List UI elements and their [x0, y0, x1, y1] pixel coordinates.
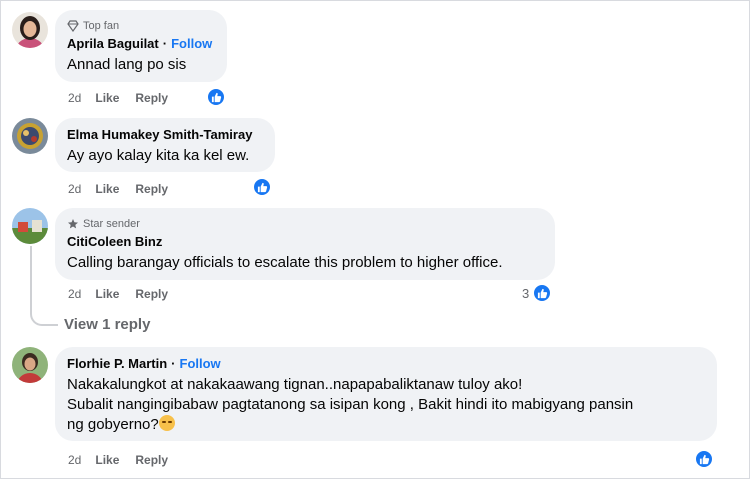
- separator-dot: ·: [162, 36, 168, 51]
- separator-dot: ·: [171, 356, 176, 371]
- timestamp[interactable]: 2d: [68, 91, 81, 105]
- like-button[interactable]: Like: [95, 287, 119, 301]
- avatar-elma[interactable]: [12, 118, 48, 154]
- avatar-florhie[interactable]: [12, 347, 48, 383]
- thumbs-up-icon[interactable]: [252, 177, 272, 197]
- top-fan-icon: [67, 19, 79, 32]
- comment-bubble-4: Florhie P. Martin · Follow Nakakalungkot…: [55, 347, 717, 441]
- reply-button[interactable]: Reply: [135, 182, 168, 196]
- reply-button[interactable]: Reply: [135, 91, 168, 105]
- top-fan-badge: Top fan: [67, 18, 215, 33]
- timestamp[interactable]: 2d: [68, 182, 81, 196]
- follow-button[interactable]: Follow: [171, 35, 212, 53]
- comment-line: Subalit nangingibabaw pagtatanong sa isi…: [67, 396, 634, 413]
- avatar-citicoleen[interactable]: [12, 208, 48, 244]
- thumbs-up-icon[interactable]: [532, 283, 552, 303]
- comment-line: ng gobyerno?: [67, 416, 159, 433]
- author-name[interactable]: Florhie P. Martin: [67, 355, 167, 373]
- thread-connector: [30, 246, 58, 326]
- comment-actions: 2d Like Reply: [68, 90, 168, 106]
- comment-line-last: ng gobyerno?: [67, 415, 705, 435]
- avatar-aprila[interactable]: [12, 12, 48, 48]
- like-button[interactable]: Like: [95, 453, 119, 467]
- comment-actions: 2d Like Reply: [68, 181, 168, 197]
- star-sender-icon: [68, 218, 78, 228]
- follow-button[interactable]: Follow: [180, 355, 221, 373]
- comment-text: Ay ayo kalay kita ka kel ew.: [67, 147, 250, 164]
- sad-face-emoji: [158, 415, 175, 431]
- reply-button[interactable]: Reply: [135, 287, 168, 301]
- reply-button[interactable]: Reply: [135, 453, 168, 467]
- like-button[interactable]: Like: [95, 182, 119, 196]
- comment-text: Calling barangay officials to escalate t…: [67, 254, 503, 271]
- star-sender-badge: Star sender: [67, 216, 543, 231]
- comment-actions: 2d Like Reply: [68, 452, 168, 468]
- comment-text: Annad lang po sis: [67, 56, 187, 73]
- comment-line: Nakakalungkot at nakakaawang tignan..nap…: [67, 376, 523, 393]
- comment-actions: 2d Like Reply: [68, 286, 168, 302]
- comment-bubble-2: Elma Humakey Smith-Tamiray Ay ayo kalay …: [55, 118, 275, 172]
- comment-bubble-1: Top fan Aprila Baguilat · Follow Annad l…: [55, 10, 227, 82]
- comment-bubble-3: Star sender CitiColeen Binz Calling bara…: [55, 208, 555, 280]
- like-button[interactable]: Like: [95, 91, 119, 105]
- view-replies-link[interactable]: View 1 reply: [64, 316, 150, 333]
- author-name[interactable]: Aprila Baguilat: [67, 35, 159, 53]
- thumbs-up-icon[interactable]: [694, 449, 714, 469]
- reaction-count[interactable]: 3: [522, 286, 529, 301]
- timestamp[interactable]: 2d: [68, 287, 81, 301]
- thumbs-up-icon[interactable]: [206, 87, 226, 107]
- author-name[interactable]: Elma Humakey Smith-Tamiray: [67, 126, 252, 144]
- timestamp[interactable]: 2d: [68, 453, 81, 467]
- author-name[interactable]: CitiColeen Binz: [67, 233, 162, 251]
- comment-text: Nakakalungkot at nakakaawang tignan..nap…: [67, 375, 705, 435]
- badge-label: Top fan: [83, 19, 120, 32]
- badge-label: Star sender: [83, 217, 140, 230]
